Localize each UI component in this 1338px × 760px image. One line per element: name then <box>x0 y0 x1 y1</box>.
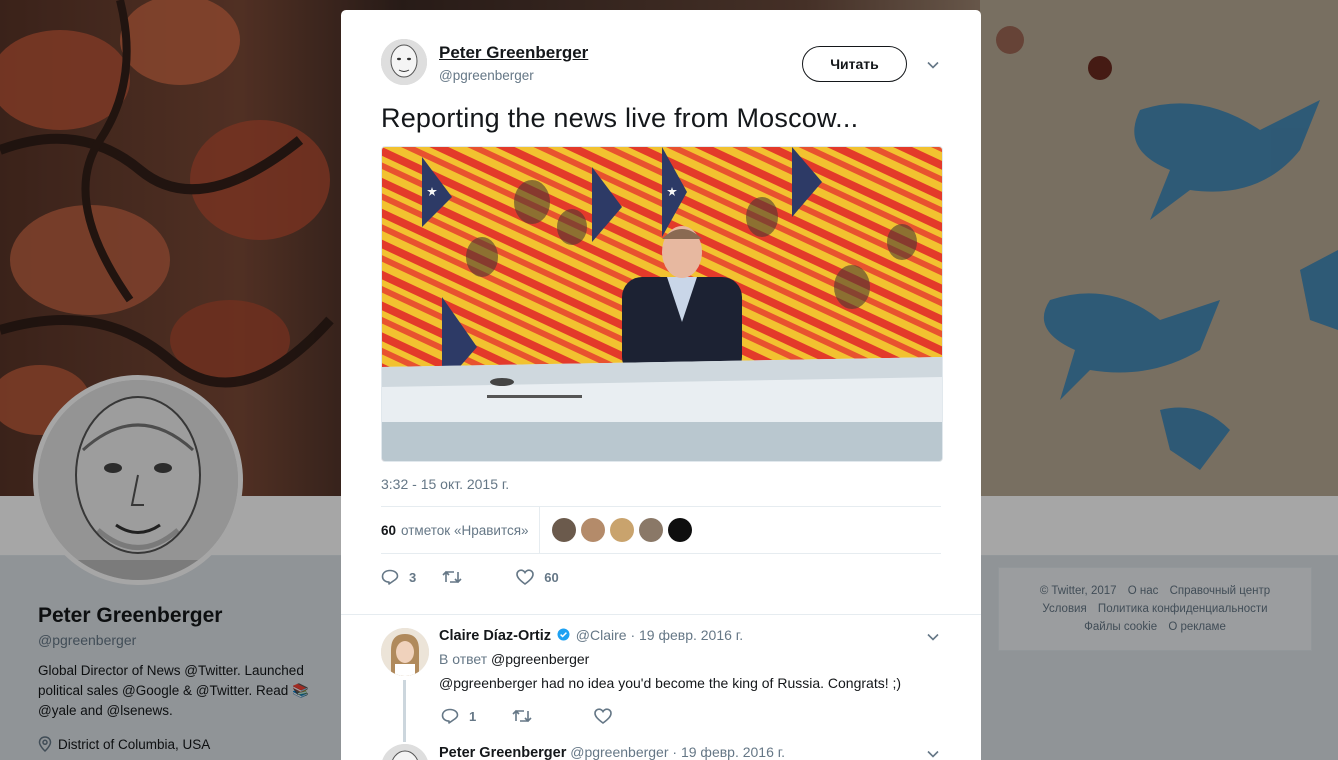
liker-avatar[interactable] <box>551 518 576 542</box>
tweet-timestamp[interactable]: 3:32 - 15 окт. 2015 г. <box>381 476 509 492</box>
likes-count: 60 <box>381 522 397 538</box>
reply-icon <box>381 569 399 585</box>
retweet-action[interactable] <box>442 569 472 585</box>
like-count: 60 <box>544 569 559 585</box>
tweet-author-name[interactable]: Peter Greenberger <box>439 43 588 63</box>
in-reply-to: В ответ @pgreenberger <box>439 651 589 667</box>
reply-header: Peter Greenberger @pgreenberger · 19 фев… <box>439 744 785 760</box>
reply-author-handle[interactable]: @pgreenberger <box>570 744 668 760</box>
reply-avatar[interactable] <box>381 628 429 676</box>
tweet-author-handle[interactable]: @pgreenberger <box>439 68 534 83</box>
reply-portrait <box>381 744 429 760</box>
tweet-text: Reporting the news live from Moscow... <box>381 103 859 133</box>
author-portrait <box>381 39 427 85</box>
liker-avatar[interactable] <box>667 518 692 542</box>
reply-actions: 1 <box>441 705 648 727</box>
reply-action[interactable]: 3 <box>381 569 416 585</box>
heart-icon <box>516 569 535 585</box>
reply-count: 1 <box>469 708 477 724</box>
likers-avatars <box>551 518 692 542</box>
retweet-icon <box>442 570 462 584</box>
reply-author-handle[interactable]: @Claire <box>576 627 627 643</box>
reply-text: @pgreenberger had no idea you'd become t… <box>439 675 902 691</box>
reply-date[interactable]: · 19 февр. 2016 г. <box>672 744 785 760</box>
tweet-photo[interactable] <box>381 146 943 462</box>
follow-button[interactable]: Читать <box>802 46 907 82</box>
tweet-photo-image <box>382 147 942 461</box>
in-reply-to-handle[interactable]: @pgreenberger <box>491 651 589 667</box>
tweet-actions: 3 60 <box>381 566 585 588</box>
reply-header: Claire Díaz-Ortiz @Claire · 19 февр. 201… <box>439 627 743 644</box>
heart-icon <box>594 708 613 724</box>
chevron-down-icon[interactable] <box>926 747 940 760</box>
thread-line <box>403 680 406 742</box>
reply-count: 3 <box>409 569 417 585</box>
reply-author-name[interactable]: Claire Díaz-Ortiz <box>439 628 551 644</box>
reply-date[interactable]: · 19 февр. 2016 г. <box>630 627 743 643</box>
reply-action[interactable]: 1 <box>441 708 476 724</box>
reply-author-name[interactable]: Peter Greenberger <box>439 745 566 760</box>
likes-label: отметок «Нравится» <box>401 522 529 538</box>
tweet-modal: Peter Greenberger @pgreenberger Читать R… <box>341 10 981 760</box>
verified-badge-icon <box>557 628 570 641</box>
retweet-action[interactable] <box>512 708 542 724</box>
liker-avatar[interactable] <box>580 518 605 542</box>
reply-avatar[interactable] <box>381 744 429 760</box>
divider <box>341 614 981 615</box>
likes-stat[interactable]: 60 отметок «Нравится» <box>381 507 540 553</box>
chevron-down-icon[interactable] <box>926 58 940 72</box>
reply-icon <box>441 708 459 724</box>
retweet-icon <box>512 709 532 723</box>
chevron-down-icon[interactable] <box>926 630 940 644</box>
reply-portrait <box>381 628 429 676</box>
like-action[interactable]: 60 <box>516 569 559 585</box>
liker-avatar[interactable] <box>609 518 634 542</box>
tweet-author-avatar[interactable] <box>381 39 427 85</box>
in-reply-prefix: В ответ <box>439 651 488 667</box>
liker-avatar[interactable] <box>638 518 663 542</box>
tweet-stats: 60 отметок «Нравится» <box>381 506 941 554</box>
like-action[interactable] <box>594 708 622 724</box>
